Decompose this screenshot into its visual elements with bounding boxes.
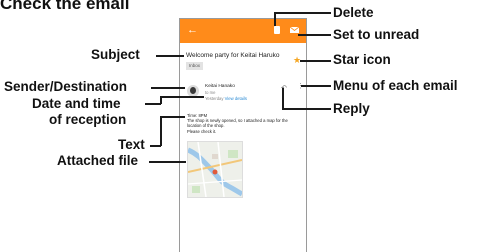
recipient: to me: [205, 90, 216, 95]
date-text: Yesterday: [205, 96, 224, 101]
leader-line: [282, 88, 284, 109]
email-subject: Welcome party for Keitai Haruko: [186, 52, 280, 59]
body-line: Please check it.: [187, 128, 217, 134]
leader-line: [156, 55, 184, 57]
callout-reply: Reply: [333, 101, 370, 116]
view-details-link[interactable]: View details: [225, 96, 247, 101]
callout-set-unread: Set to unread: [333, 27, 420, 42]
callout-date-line1: Date and time: [32, 96, 121, 111]
phone-screen: ← Welcome party for Keitai Haruko Inbox …: [179, 18, 307, 252]
app-bar: ←: [180, 19, 306, 43]
callout-sender: Sender/Destination: [4, 79, 128, 94]
leader-line: [149, 161, 186, 163]
leader-line: [282, 108, 331, 110]
callout-date-line2: of reception: [49, 112, 127, 127]
leader-line: [298, 34, 331, 36]
leader-line: [274, 12, 276, 26]
leader-line: [145, 103, 161, 105]
leader-line: [151, 87, 185, 89]
leader-line: [301, 85, 331, 87]
leader-line: [160, 96, 204, 98]
leader-line: [300, 60, 331, 62]
back-arrow-icon[interactable]: ←: [187, 25, 198, 36]
leader-line: [160, 116, 185, 118]
sender-name: Keitai Hanako: [205, 84, 235, 89]
leader-line: [274, 12, 331, 14]
page-heading: Check the email: [0, 0, 130, 13]
mail-icon[interactable]: [290, 27, 299, 33]
received-date: Yesterday View details: [205, 96, 247, 101]
callout-text: Text: [118, 137, 145, 152]
callout-delete: Delete: [333, 5, 374, 20]
callout-star: Star icon: [333, 52, 391, 67]
callout-subject: Subject: [91, 47, 140, 62]
callout-attached: Attached file: [57, 153, 139, 168]
email-body: Time: 8PM The shop is newly opened, so I…: [187, 113, 299, 134]
trash-icon[interactable]: [274, 26, 280, 34]
callout-menu: Menu of each email: [333, 78, 458, 93]
folder-chip[interactable]: Inbox: [186, 62, 204, 70]
leader-line: [160, 116, 162, 146]
attached-map-image[interactable]: [187, 141, 243, 198]
